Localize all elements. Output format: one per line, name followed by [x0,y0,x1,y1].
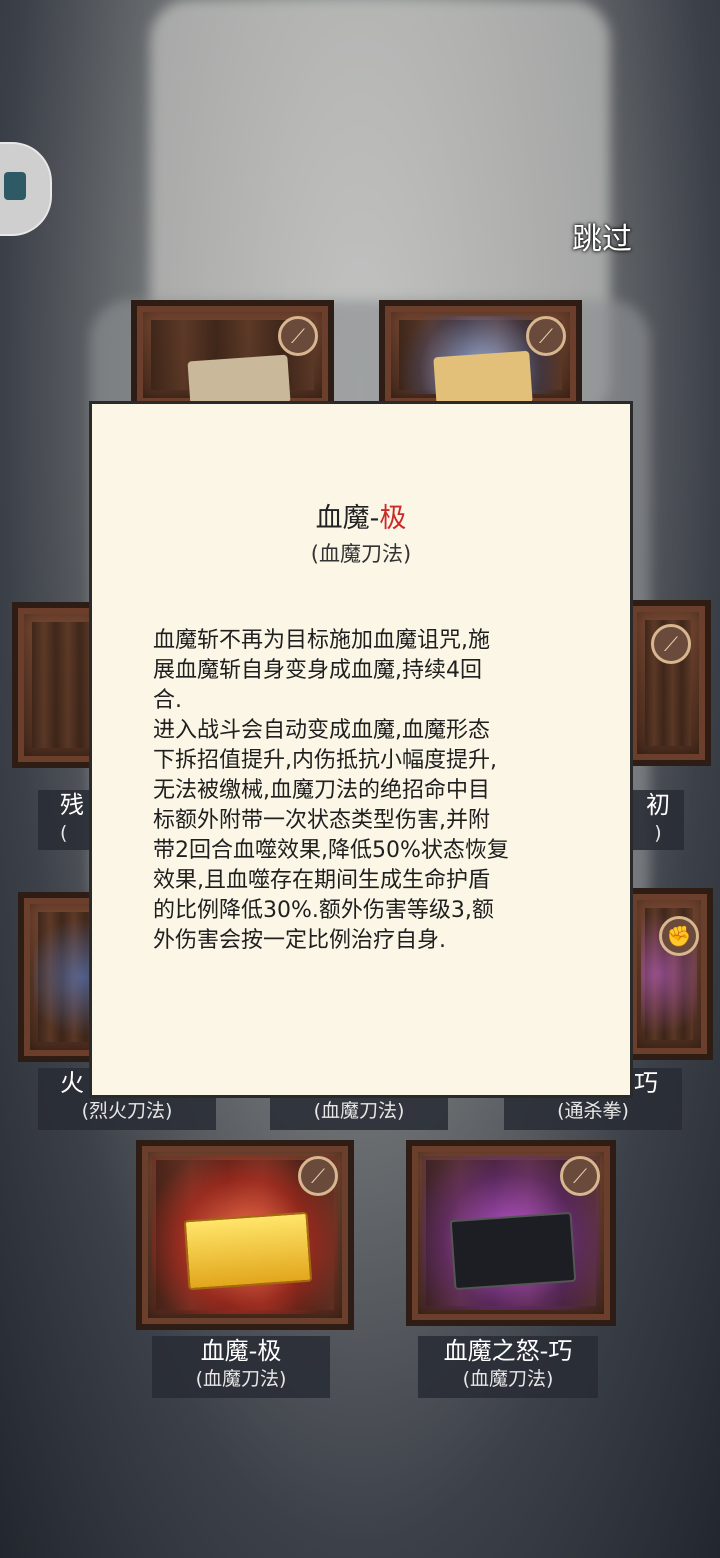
blade-icon: ⟋ [526,316,566,356]
card-top-left[interactable]: ⟋ [131,300,334,410]
blade-icon: ⟋ [278,316,318,356]
manual-book-gold [183,1211,313,1291]
card-name: 血魔-极 [200,1337,282,1365]
blade-icon: ⟋ [560,1156,600,1196]
skill-title-grade: 极 [379,503,407,534]
card-bottom-left-nameplate: 血魔-极 (血魔刀法) [152,1336,330,1398]
card-skill: (血魔刀法) [313,1100,405,1122]
side-floating-badge[interactable] [0,142,52,236]
card-right-mid-nameplate: 初 ) [632,790,684,850]
card-right-mid[interactable]: ⟋ [625,600,711,766]
card-name: 初 [646,791,670,819]
skill-subtitle: (血魔刀法) [310,542,412,566]
card-left-mid-nameplate: 残 ( [38,790,94,850]
app-badge-icon [4,172,26,200]
skip-button[interactable]: 跳过 [572,214,632,258]
skill-detail-dialog[interactable]: 血魔-极 (血魔刀法) 血魔斩不再为目标施加血魔诅咒,施 展血魔斩自身变身成血魔… [89,401,633,1098]
card-skill: ) [654,822,662,844]
card-bottom-right-nameplate: 血魔之怒-巧 (血魔刀法) [418,1336,598,1398]
card-top-right[interactable]: ⟋ [379,300,582,410]
card-skill: (血魔刀法) [195,1368,287,1390]
blade-icon: ⟋ [298,1156,338,1196]
card-bottom-left[interactable]: ⟋ [136,1140,354,1330]
card-center-low-nameplate: (血魔刀法) [270,1098,448,1130]
card-name: 血魔之怒-巧 [443,1337,573,1365]
card-skill: (血魔刀法) [462,1368,554,1390]
skill-title: 血魔-极 [92,496,630,535]
card-bottom-right[interactable]: ⟋ [406,1140,616,1326]
fist-icon: ✊ [659,916,699,956]
card-skill: (通杀拳) [557,1100,629,1122]
skill-title-main: 血魔- [315,503,380,534]
blade-icon: ⟋ [651,624,691,664]
crate-interior [32,622,92,748]
card-skill: (烈火刀法) [81,1100,173,1122]
card-right-low[interactable]: ✊ [625,888,713,1060]
skill-description: 血魔斩不再为目标施加血魔诅咒,施 展血魔斩自身变身成血魔,持续4回 合. 进入战… [153,628,509,953]
manual-book-dark [449,1211,577,1291]
